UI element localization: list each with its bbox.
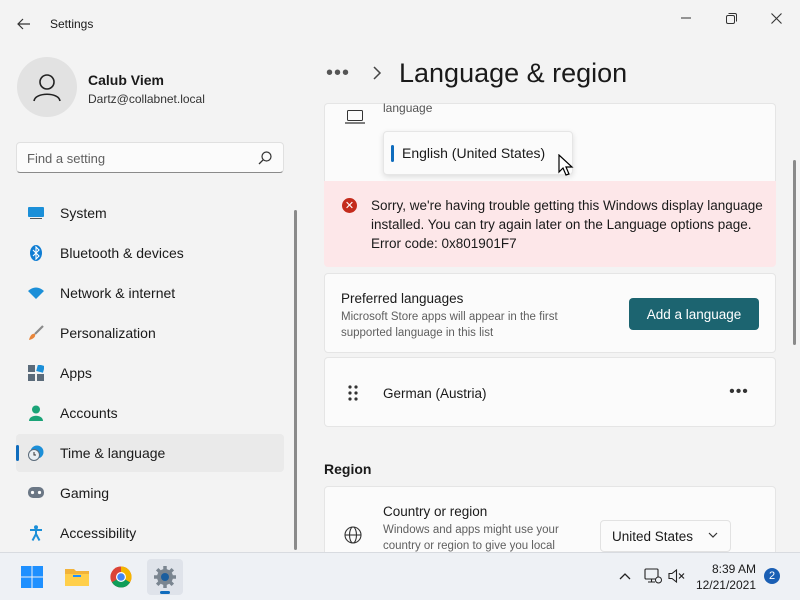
display-language-dropdown[interactable]: English (United States): [383, 131, 573, 175]
taskbar-chrome[interactable]: [103, 559, 139, 595]
display-language-label: language: [383, 101, 433, 115]
page-title: Language & region: [399, 58, 628, 88]
settings-icon: [154, 566, 176, 588]
app-title: Settings: [50, 17, 94, 31]
back-arrow-icon: [17, 18, 30, 30]
search-box[interactable]: [16, 142, 284, 173]
chevron-down-icon: [708, 532, 718, 538]
sidebar-item-system[interactable]: System: [16, 194, 284, 232]
brush-icon: [28, 325, 44, 341]
accounts-icon: [28, 405, 44, 421]
sidebar-item-network[interactable]: Network & internet: [16, 274, 284, 312]
sidebar-item-accessibility[interactable]: Accessibility: [16, 514, 284, 552]
display-language-option[interactable]: English (United States): [402, 145, 545, 161]
drag-handle-icon[interactable]: [347, 384, 359, 402]
sidebar-item-personalization[interactable]: Personalization: [16, 314, 284, 352]
preferred-languages-title: Preferred languages: [341, 291, 464, 306]
more-options-icon[interactable]: •••: [725, 378, 753, 406]
clock-date: 12/21/2021: [695, 578, 756, 592]
notification-badge[interactable]: 2: [764, 568, 780, 584]
display-language-card: language English (United States): [324, 101, 776, 181]
add-language-button[interactable]: Add a language: [629, 298, 759, 330]
time-language-icon: [28, 445, 44, 461]
sidebar-item-bluetooth[interactable]: Bluetooth & devices: [16, 234, 284, 272]
taskbar-file-explorer[interactable]: [59, 559, 95, 595]
language-name: German (Austria): [383, 386, 487, 401]
sidebar-item-label: Personalization: [60, 325, 156, 341]
sidebar-item-label: Apps: [60, 365, 92, 381]
sidebar-item-label: Accounts: [60, 405, 118, 421]
close-button[interactable]: [754, 4, 798, 32]
content-scrollbar[interactable]: [793, 160, 796, 345]
laptop-icon: [345, 110, 365, 124]
language-row[interactable]: German (Austria) •••: [324, 357, 776, 427]
accessibility-icon: [28, 525, 44, 541]
title-bar: Settings: [0, 0, 800, 48]
sidebar-item-label: Bluetooth & devices: [60, 245, 184, 261]
wifi-icon: [28, 285, 44, 301]
sidebar-item-label: Network & internet: [60, 285, 176, 301]
chevron-up-icon: [619, 573, 631, 580]
search-icon[interactable]: [257, 150, 273, 166]
search-input[interactable]: [27, 149, 247, 167]
minimize-icon: [681, 17, 691, 19]
sidebar-item-gaming[interactable]: Gaming: [16, 474, 284, 512]
error-message-bar: ✕ Sorry, we're having trouble getting th…: [324, 181, 776, 267]
breadcrumb-more-button[interactable]: •••: [326, 62, 350, 85]
sidebar-nav: System Bluetooth & devices Network & int…: [16, 194, 284, 554]
taskbar-clock[interactable]: 8:39 AM 12/21/2021: [692, 561, 756, 593]
volume-tray-button[interactable]: [668, 567, 686, 585]
country-region-value: United States: [612, 529, 694, 544]
sidebar-item-accounts[interactable]: Accounts: [16, 394, 284, 432]
maximize-icon: [725, 12, 737, 24]
sidebar-item-label: Accessibility: [60, 525, 137, 541]
network-tray-button[interactable]: [644, 567, 662, 585]
start-button[interactable]: [14, 559, 50, 595]
taskbar: 8:39 AM 12/21/2021 2: [0, 552, 800, 600]
clock-time: 8:39 AM: [711, 562, 756, 576]
system-icon: [28, 205, 44, 221]
chevron-right-icon: [372, 66, 382, 83]
user-name: Calub Viem: [88, 72, 164, 88]
user-email: Dartz@collabnet.local: [88, 92, 205, 106]
error-message: Sorry, we're having trouble getting this…: [371, 198, 763, 251]
volume-muted-icon: [668, 568, 685, 584]
network-icon: [644, 568, 662, 584]
gaming-icon: [28, 485, 44, 501]
mouse-cursor-icon: [558, 154, 574, 176]
preferred-languages-description: Microsoft Store apps will appear in the …: [341, 311, 558, 339]
apps-icon: [28, 365, 44, 381]
minimize-button[interactable]: [664, 4, 708, 32]
sidebar-item-label: Gaming: [60, 485, 110, 501]
taskbar-settings[interactable]: [147, 559, 183, 595]
sidebar-item-label: System: [60, 205, 107, 221]
chrome-icon: [110, 566, 132, 588]
start-icon: [21, 566, 43, 588]
sidebar-item-apps[interactable]: Apps: [16, 354, 284, 392]
bluetooth-icon: [28, 245, 44, 261]
preferred-languages-card: Preferred languages Microsoft Store apps…: [324, 273, 776, 353]
selected-indicator: [391, 145, 394, 162]
country-region-title: Country or region: [383, 504, 488, 519]
maximize-button[interactable]: [709, 4, 753, 32]
globe-icon: [344, 526, 362, 544]
country-region-description: Windows and apps might use your country …: [383, 524, 559, 552]
country-region-dropdown[interactable]: United States: [600, 520, 731, 552]
error-icon: ✕: [342, 198, 357, 213]
show-hidden-icons-button[interactable]: [616, 567, 634, 585]
sidebar-item-label: Time & language: [60, 445, 166, 461]
back-button[interactable]: [10, 10, 38, 38]
sidebar-scrollbar[interactable]: [294, 210, 297, 550]
region-heading: Region: [324, 461, 372, 477]
avatar[interactable]: [17, 57, 77, 117]
user-icon: [33, 74, 61, 102]
sidebar-item-time-language[interactable]: Time & language: [16, 434, 284, 472]
file-explorer-icon: [65, 569, 89, 586]
close-icon: [770, 12, 782, 24]
